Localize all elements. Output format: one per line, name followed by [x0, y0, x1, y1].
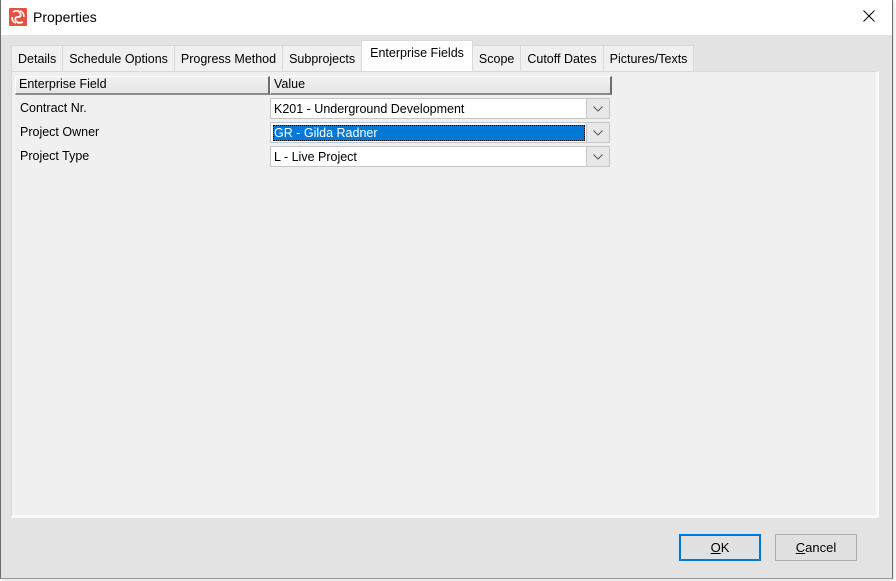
chevron-down-icon — [593, 153, 603, 160]
field-label: Project Type — [20, 149, 90, 163]
dropdown-value: K201 - Underground Development — [274, 102, 465, 116]
properties-dialog: Properties Details Schedule Options Prog… — [0, 0, 893, 579]
close-button[interactable] — [846, 0, 892, 35]
grid-row-project-type: Project Type L - Live Project — [15, 146, 612, 168]
grid-row-contract-nr: Contract Nr. K201 - Underground Developm… — [15, 98, 612, 120]
ok-label: K — [720, 540, 730, 555]
cancel-label: ancel — [805, 540, 837, 555]
enterprise-fields-panel: Enterprise Field Value Contract Nr. K201… — [11, 71, 879, 518]
tab-pictures-texts[interactable]: Pictures/Texts — [602, 45, 695, 71]
column-header-enterprise-field[interactable]: Enterprise Field — [15, 76, 270, 95]
field-label: Contract Nr. — [20, 101, 87, 115]
tab-subprojects[interactable]: Subprojects — [282, 45, 363, 71]
ok-button[interactable]: OK — [679, 534, 761, 561]
tab-strip: Details Schedule Options Progress Method… — [11, 40, 695, 71]
dropdown-button[interactable] — [586, 99, 609, 118]
tab-details[interactable]: Details — [11, 45, 64, 71]
close-icon — [863, 10, 875, 25]
dropdown-button[interactable] — [586, 147, 609, 166]
contract-nr-dropdown[interactable]: K201 - Underground Development — [270, 98, 610, 119]
project-owner-dropdown[interactable]: GR - Gilda Radner — [270, 122, 610, 143]
title-bar[interactable]: Properties — [1, 0, 892, 35]
grid-header: Enterprise Field Value — [15, 76, 612, 95]
field-label: Project Owner — [20, 125, 100, 139]
project-type-dropdown[interactable]: L - Live Project — [270, 146, 610, 167]
dropdown-value: GR - Gilda Radner — [273, 125, 585, 141]
chevron-down-icon — [593, 129, 603, 136]
dialog-body: Details Schedule Options Progress Method… — [1, 35, 892, 578]
cancel-button[interactable]: Cancel — [775, 534, 857, 561]
tab-enterprise-fields[interactable]: Enterprise Fields — [361, 40, 473, 71]
window-title: Properties — [33, 9, 97, 25]
tab-progress-method[interactable]: Progress Method — [173, 45, 284, 71]
column-header-value[interactable]: Value — [270, 76, 612, 95]
cancel-mnemonic: C — [795, 540, 806, 555]
ok-mnemonic: O — [710, 540, 721, 555]
app-logo-icon — [9, 8, 27, 26]
tab-cutoff-dates[interactable]: Cutoff Dates — [520, 45, 604, 71]
dropdown-value: L - Live Project — [274, 150, 357, 164]
tab-schedule-options[interactable]: Schedule Options — [62, 45, 175, 71]
chevron-down-icon — [593, 105, 603, 112]
tab-scope[interactable]: Scope — [471, 45, 522, 71]
dropdown-button[interactable] — [586, 123, 609, 142]
grid-row-project-owner: Project Owner GR - Gilda Radner — [15, 122, 612, 144]
